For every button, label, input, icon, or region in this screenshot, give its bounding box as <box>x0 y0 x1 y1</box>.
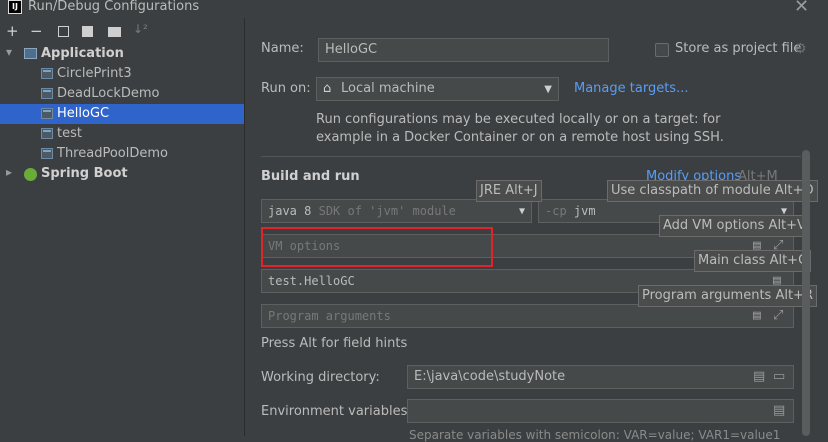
folder-icon[interactable] <box>108 27 121 37</box>
tree-item-label: CirclePrint3 <box>57 66 132 81</box>
section-separator <box>261 156 801 157</box>
jre-value: java 8 <box>268 204 312 218</box>
expand-list-icon[interactable]: ▤ <box>753 305 761 327</box>
window-title: Run/Debug Configurations <box>28 0 200 14</box>
run-config-icon <box>41 68 53 79</box>
sort-icon[interactable]: ↓² <box>133 22 148 36</box>
run-config-icon <box>41 108 53 119</box>
chevron-down-icon: ▼ <box>518 206 525 217</box>
program-arguments-tooltip: Program arguments Alt+R <box>638 285 817 307</box>
main-class-tooltip: Main class Alt+C <box>694 250 812 272</box>
tree-group-label: Application <box>41 46 124 61</box>
classpath-tooltip: Use classpath of module Alt+O <box>607 180 818 202</box>
remove-icon[interactable]: − <box>30 22 43 40</box>
highlight-box <box>261 227 493 267</box>
environment-variables-label: Environment variables: <box>261 404 412 419</box>
tree-item-label: test <box>57 126 82 141</box>
spring-boot-icon <box>24 168 37 181</box>
jre-tooltip: JRE Alt+J <box>476 180 542 202</box>
vm-options-tooltip: Add VM options Alt+V <box>659 215 810 237</box>
application-icon <box>24 48 37 59</box>
folder-icon[interactable]: ▭ <box>773 366 785 388</box>
cp-prefix: -cp <box>545 204 567 218</box>
tree-group-label: Spring Boot <box>41 166 128 181</box>
home-icon: ⌂ <box>323 81 332 96</box>
name-input[interactable]: HelloGC <box>318 38 609 62</box>
vertical-scrollbar[interactable] <box>802 150 810 436</box>
manage-targets-link[interactable]: Manage targets... <box>574 81 688 96</box>
environment-variables-input[interactable]: ▤ <box>407 399 794 423</box>
run-on-hint-line2: example in a Docker Container or on a re… <box>316 130 724 145</box>
working-directory-input[interactable]: E:\java\code\studyNote ▤ ▭ <box>407 365 794 389</box>
run-config-icon <box>41 88 53 99</box>
build-and-run-title: Build and run <box>261 169 360 184</box>
copy-icon[interactable] <box>58 26 69 37</box>
tree-item-selected[interactable]: HelloGC <box>0 104 244 124</box>
chevron-down-icon: ▼ <box>544 84 552 95</box>
cp-value: jvm <box>573 204 596 218</box>
run-on-value: Local machine <box>341 81 435 96</box>
store-project-checkbox[interactable] <box>655 43 669 57</box>
program-arguments-input[interactable]: Program arguments ▤ ⤢ <box>261 304 794 328</box>
jre-dropdown[interactable]: java 8 SDK of 'jvm' module ▼ <box>261 199 532 223</box>
tree-item[interactable]: DeadLockDemo <box>0 84 244 104</box>
chevron-right-icon: ▸ <box>6 165 13 179</box>
run-config-icon <box>41 148 53 159</box>
field-hints-text: Press Alt for field hints <box>261 336 408 351</box>
name-label: Name: <box>261 41 304 56</box>
macro-list-icon[interactable]: ▤ <box>753 366 765 388</box>
run-on-label: Run on: <box>261 81 311 96</box>
tree-group-spring-boot[interactable]: ▸ Spring Boot <box>0 164 244 184</box>
program-arguments-placeholder: Program arguments <box>268 309 391 323</box>
main-class-value: test.HelloGC <box>268 274 355 288</box>
run-config-icon <box>41 128 53 139</box>
run-on-hint-line1: Run configurations may be executed local… <box>316 112 721 127</box>
tree-item[interactable]: test <box>0 124 244 144</box>
expand-arrow-icon[interactable]: ⤢ <box>773 305 783 327</box>
tree-item-label: HelloGC <box>57 106 110 121</box>
working-directory-value: E:\java\code\studyNote <box>414 369 566 384</box>
store-project-label: Store as project file <box>675 41 802 56</box>
chevron-down-icon: ▾ <box>6 45 13 59</box>
intellij-app-icon: IJ <box>8 0 22 14</box>
working-directory-label: Working directory: <box>261 370 380 385</box>
environment-variables-hint: Separate variables with semicolon: VAR=v… <box>409 428 781 442</box>
edit-list-icon[interactable]: ▤ <box>773 400 785 422</box>
add-icon[interactable]: + <box>6 22 19 40</box>
run-on-dropdown[interactable]: ⌂ Local machine ▼ <box>316 77 559 101</box>
tree-group-application[interactable]: ▾ Application <box>0 44 244 64</box>
tree-item-label: DeadLockDemo <box>57 86 160 101</box>
gear-icon[interactable]: ⚙ <box>794 41 807 57</box>
save-icon[interactable] <box>82 26 93 37</box>
tree-item[interactable]: CirclePrint3 <box>0 64 244 84</box>
tree-item-label: ThreadPoolDemo <box>57 146 168 161</box>
tree-item[interactable]: ThreadPoolDemo <box>0 144 244 164</box>
close-icon[interactable]: ✕ <box>794 0 809 17</box>
jre-suffix: SDK of 'jvm' module <box>318 204 456 218</box>
